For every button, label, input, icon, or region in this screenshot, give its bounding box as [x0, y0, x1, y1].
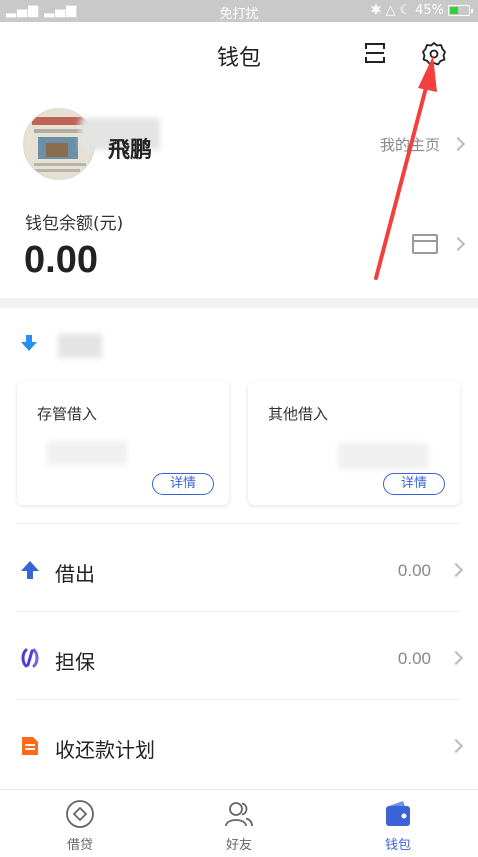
chevron-right-icon: [450, 136, 466, 152]
status-right: ✱ △ ☾ 45%: [370, 3, 473, 18]
battery-percent: 45%: [415, 3, 444, 18]
list-item-lend[interactable]: 借出 0.00: [0, 530, 478, 610]
list-item-label: 收还款计划: [55, 738, 155, 762]
chevron-right-icon: [450, 236, 466, 252]
details-button[interactable]: 详情: [152, 473, 214, 495]
tab-friends[interactable]: 好友: [159, 790, 319, 857]
list-item-repayment-plan[interactable]: 收还款计划: [0, 706, 478, 786]
mute-icon: △: [385, 3, 396, 18]
arrow-up-icon: [21, 561, 39, 579]
tab-wallet[interactable]: 钱包: [318, 790, 478, 857]
custody-borrow-card[interactable]: 存管借入 详情: [17, 381, 229, 505]
tab-bar: 借贷 好友 钱包: [0, 789, 478, 857]
bluetooth-icon: ✱: [370, 3, 382, 18]
list-item-value: 0.00: [397, 649, 431, 668]
blurred-amount-mask: [338, 443, 428, 469]
chevron-right-icon: [448, 562, 464, 578]
list-item-value: 0.00: [397, 561, 431, 580]
section-divider: [0, 298, 478, 308]
arrow-down-icon: [21, 335, 37, 351]
status-bar: ▂▄▆ ▂▄▆ 免打扰 ✱ △ ☾ 45%: [0, 0, 478, 22]
balance-label: 钱包余额(元): [25, 214, 124, 234]
guarantee-icon: [21, 648, 39, 668]
tab-label: 借贷: [66, 838, 93, 853]
row-divider: [18, 611, 460, 612]
battery-icon: [448, 5, 473, 16]
tab-label: 钱包: [384, 838, 411, 853]
nav-bar: 钱包: [0, 22, 478, 86]
other-borrow-card[interactable]: 其他借入 详情: [248, 381, 460, 505]
gear-icon[interactable]: [421, 41, 447, 67]
chevron-right-icon: [448, 738, 464, 754]
bank-card-icon[interactable]: [412, 234, 438, 254]
balance-value: 0.00: [24, 239, 98, 281]
tab-loans[interactable]: 借贷: [0, 790, 160, 857]
diamond-icon: [66, 800, 94, 828]
row-divider: [18, 523, 460, 524]
card-title: 其他借入: [268, 405, 329, 423]
chevron-right-icon: [448, 650, 464, 666]
friends-icon: [225, 802, 253, 827]
wallet-icon: [386, 801, 410, 826]
document-icon: [22, 737, 38, 755]
details-button[interactable]: 详情: [383, 473, 445, 495]
blurred-section-title-mask: [58, 334, 102, 358]
list-item-guarantee[interactable]: 担保 0.00: [0, 618, 478, 698]
moon-icon: ☾: [399, 3, 412, 18]
scan-icon[interactable]: [364, 42, 386, 64]
user-name: 飛鹏: [108, 138, 153, 163]
row-divider: [18, 699, 460, 700]
list-item-label: 借出: [55, 562, 95, 586]
blurred-amount-mask: [47, 441, 127, 465]
page-title: 钱包: [216, 46, 261, 71]
my-home-link[interactable]: 我的主页: [380, 134, 440, 155]
tab-label: 好友: [225, 838, 252, 853]
list-item-label: 担保: [55, 650, 95, 674]
card-title: 存管借入: [37, 405, 98, 423]
